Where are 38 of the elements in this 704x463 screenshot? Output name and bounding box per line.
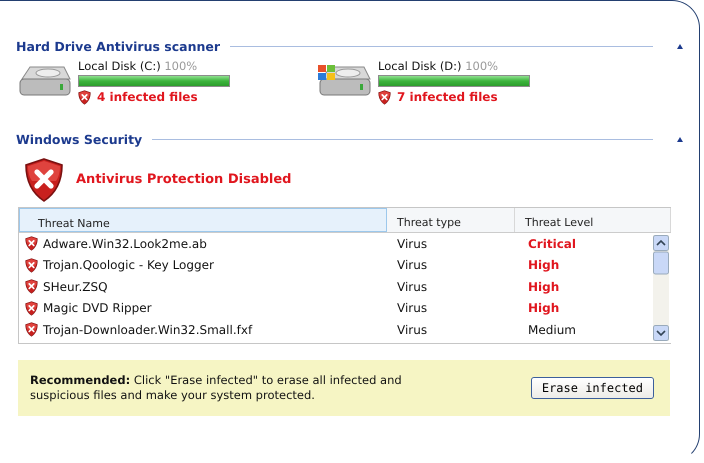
shield-icon (25, 258, 38, 273)
shield-icon (24, 156, 64, 203)
threat-name: Adware.Win32.Look2me.ab (43, 236, 207, 251)
status-message: Antivirus Protection Disabled (76, 172, 292, 188)
shield-icon (25, 279, 38, 294)
threat-type: Virus (396, 280, 428, 294)
threat-name: Trojan.Qoologic - Key Logger (43, 258, 214, 272)
column-header[interactable]: Threat Name (19, 208, 387, 232)
infected-count: 4 infected files (97, 90, 198, 104)
threat-level: High (527, 258, 560, 272)
erase-button[interactable]: Erase infected (530, 376, 654, 399)
disk-label: Local Disk (C:) 100% (78, 59, 198, 73)
threat-type: Virus (396, 258, 428, 272)
threat-name: SHeur.ZSQ (43, 280, 108, 294)
shield-icon (78, 90, 91, 105)
threat-level: Critical (527, 236, 578, 251)
threat-name: Trojan-Downloader.Win32.Small.fxf (43, 322, 252, 337)
threat-type: Virus (396, 322, 428, 337)
column-header[interactable]: Threat type (387, 208, 515, 232)
shield-icon (25, 322, 38, 338)
section-title: Hard Drive Antivirus scanner (16, 38, 220, 54)
threat-level: Medium (527, 322, 577, 337)
infected-count: 7 infected files (397, 90, 498, 104)
shield-icon (25, 236, 38, 252)
threat-type: Virus (396, 301, 428, 316)
shield-icon (25, 300, 38, 316)
column-header[interactable]: Threat Level (515, 208, 671, 232)
recommendation-text: Recommended: Click "Erase infected" to erase all infected and suspicious files and make your system protected. (30, 372, 403, 403)
scrollbar[interactable] (653, 234, 669, 341)
threat-level: High (527, 301, 560, 316)
disk-label: Local Disk (D:) 100% (378, 59, 500, 73)
threat-type: Virus (396, 236, 428, 251)
collapse-icon[interactable] (677, 44, 683, 48)
threat-name: Magic DVD Ripper (43, 301, 152, 316)
section-title: Windows Security (16, 132, 142, 148)
threat-level: High (527, 280, 560, 294)
shield-icon (378, 90, 391, 105)
collapse-icon[interactable] (677, 137, 683, 142)
